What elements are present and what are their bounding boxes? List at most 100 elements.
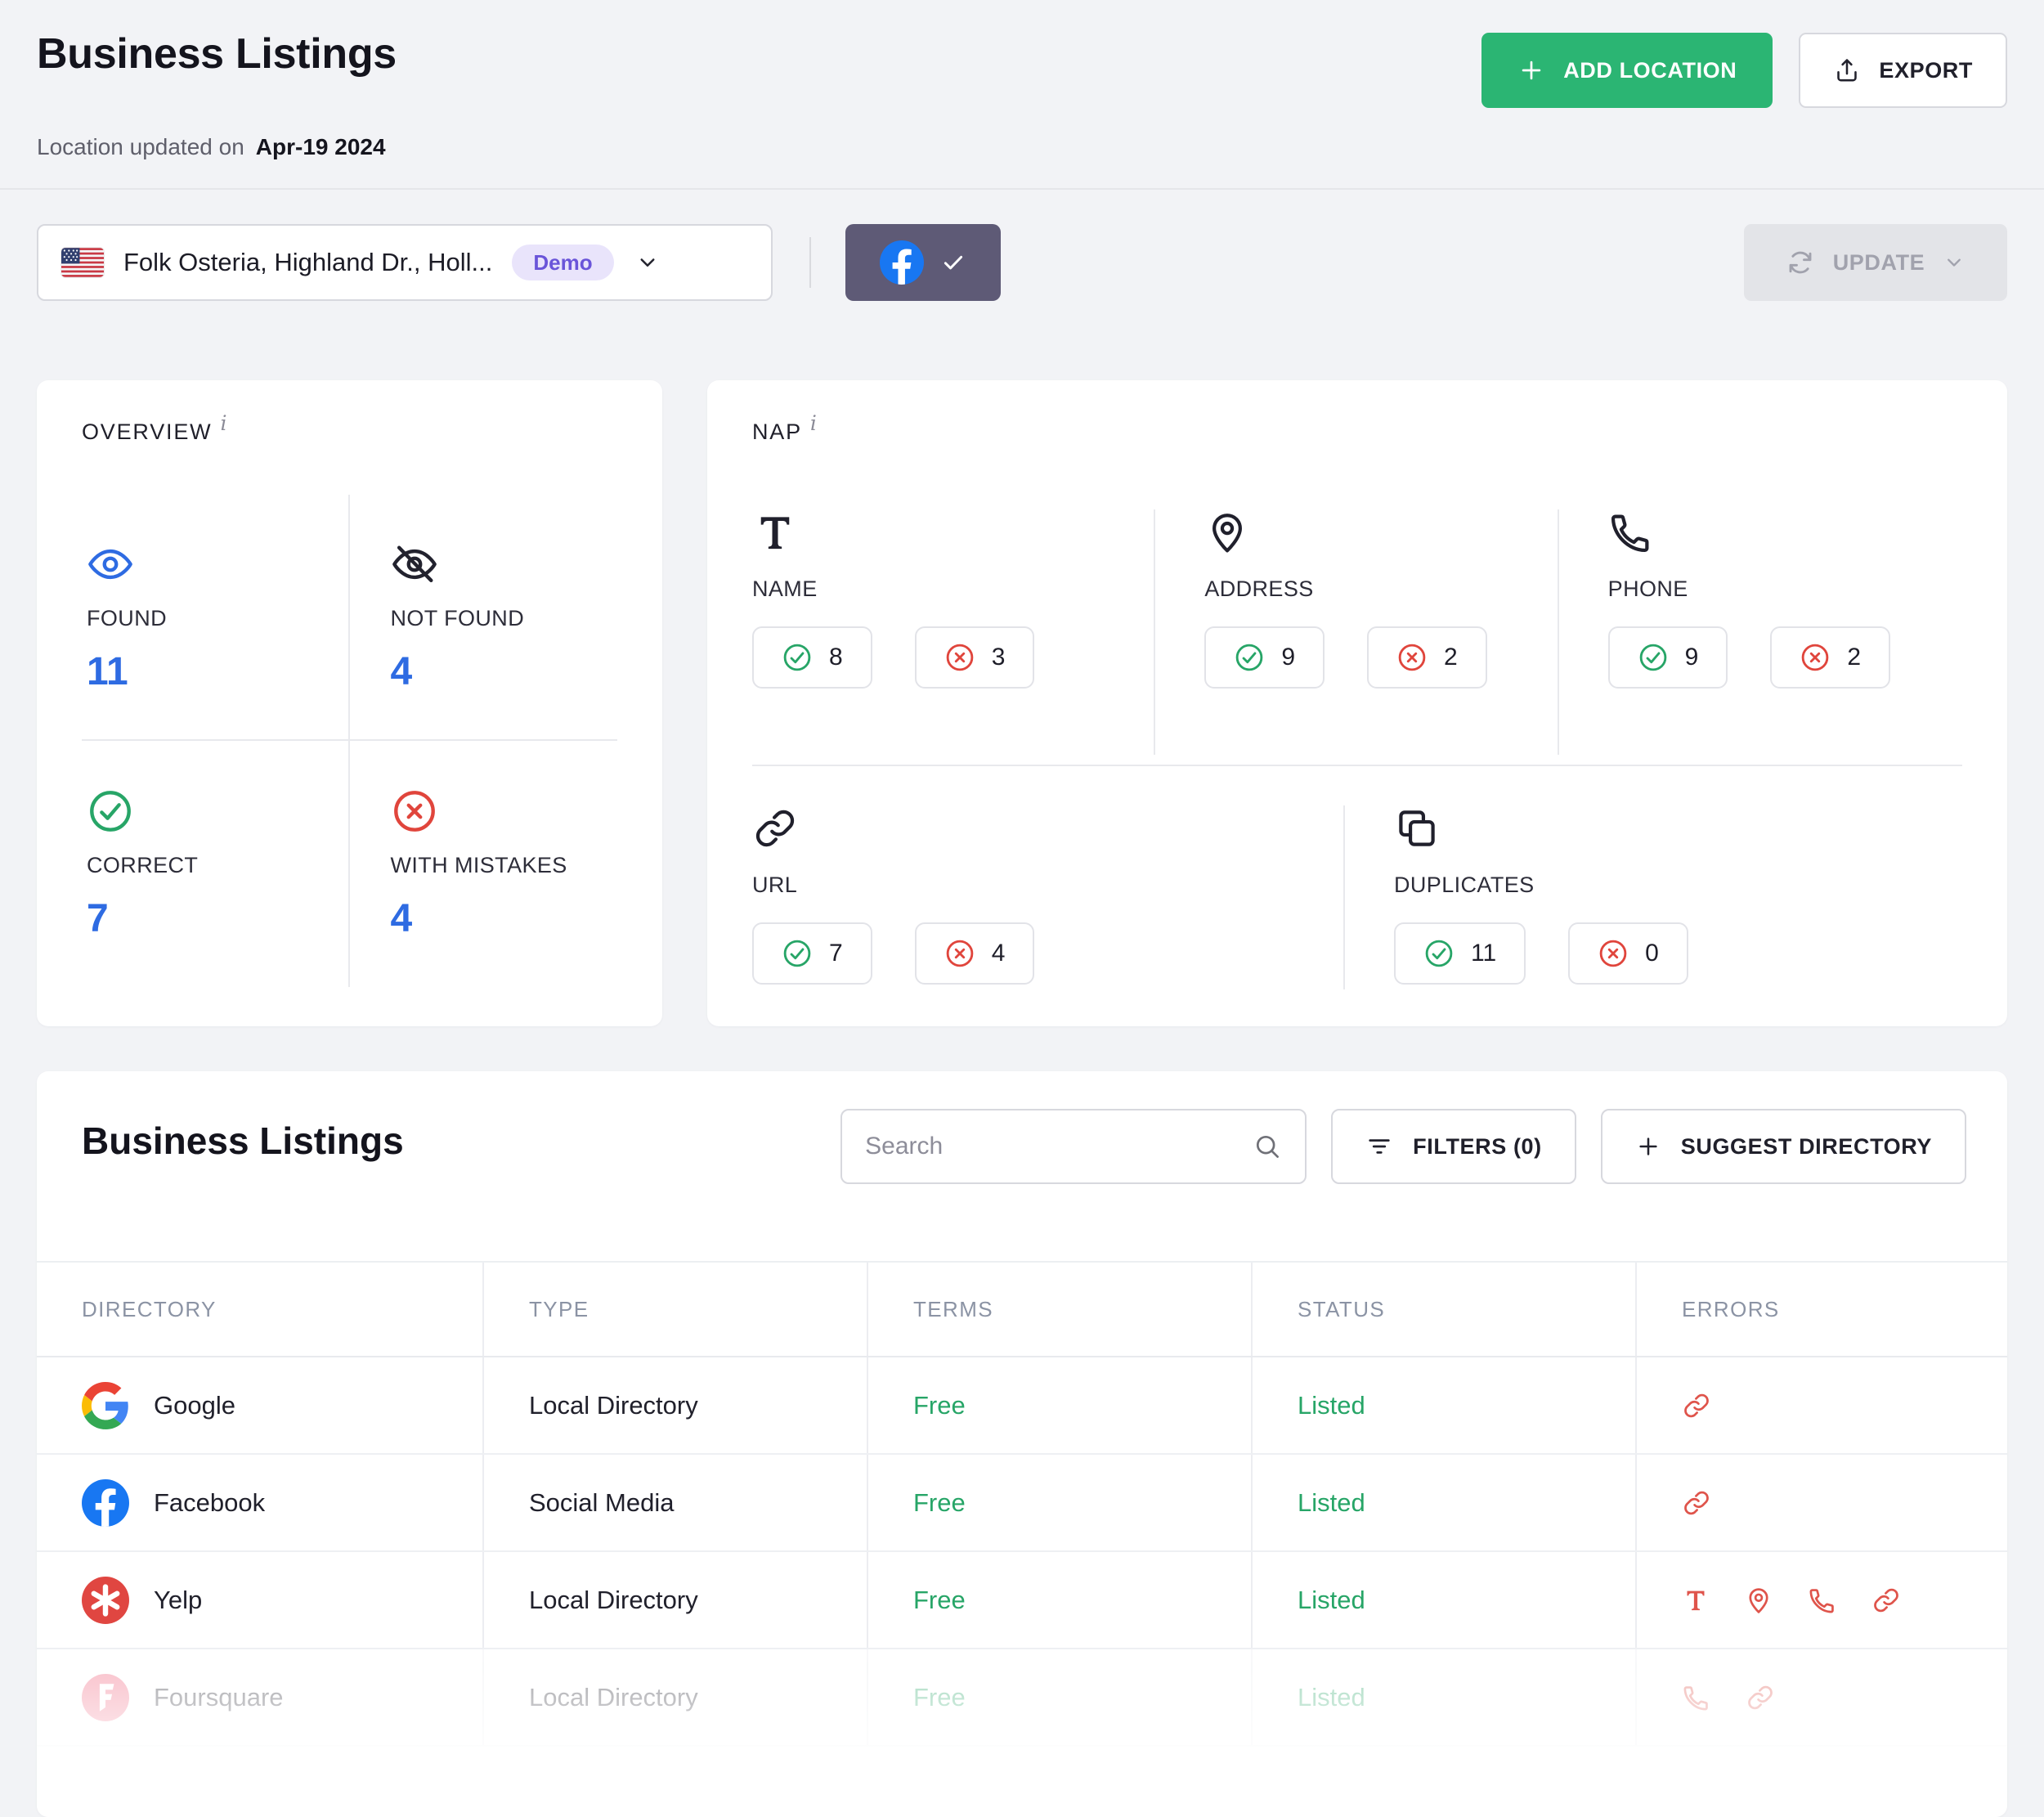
directory-errors: [1635, 1455, 2007, 1550]
filter-icon: [1365, 1133, 1393, 1160]
correct-count: 11: [1471, 940, 1496, 967]
directory-type: Social Media: [482, 1455, 867, 1550]
plus-icon: [1517, 56, 1545, 84]
nap-badges: 8 3: [752, 626, 1034, 689]
table-body: Google Local Directory Free Listed Faceb…: [37, 1357, 2007, 1747]
nap-url: URL 7 4: [752, 805, 1345, 989]
toolbar-divider: [809, 237, 811, 288]
check-circle-icon: [782, 642, 813, 673]
check-icon: [940, 249, 966, 276]
check-circle-icon: [1638, 642, 1669, 673]
table-header: DIRECTORY TYPE TERMS STATUS ERRORS: [37, 1261, 2007, 1357]
export-button[interactable]: EXPORT: [1799, 33, 2007, 108]
directory-name: Facebook: [154, 1488, 265, 1518]
suggest-directory-button[interactable]: SUGGEST DIRECTORY: [1601, 1109, 1966, 1184]
us-flag-icon: [61, 248, 104, 277]
url-error-icon[interactable]: [1682, 1488, 1711, 1518]
stat-label: CORRECT: [87, 853, 348, 878]
nap-phone: PHONE 9 2: [1559, 509, 1962, 755]
export-label: EXPORT: [1879, 58, 1973, 83]
directory-errors: [1635, 1357, 2007, 1453]
correct-count-badge[interactable]: 7: [752, 922, 872, 985]
nap-badges: 9 2: [1608, 626, 1890, 689]
search-icon[interactable]: [1253, 1132, 1282, 1161]
column-directory: DIRECTORY: [37, 1263, 482, 1356]
directory-name: Google: [154, 1391, 235, 1420]
nap-address: ADDRESS 9 2: [1155, 509, 1558, 755]
correct-count-badge[interactable]: 9: [1204, 626, 1325, 689]
column-type: TYPE: [482, 1263, 867, 1356]
location-updated: Location updated on Apr-19 2024: [37, 134, 386, 160]
table-row-yelp[interactable]: Yelp Local Directory Free Listed: [37, 1552, 2007, 1649]
filters-button[interactable]: FILTERS (0): [1331, 1109, 1576, 1184]
stat-not-found: NOT FOUND 4: [350, 495, 618, 741]
nap-card: NAP i NAME 8 3 ADDRESS: [707, 380, 2007, 1026]
correct-count-badge[interactable]: 9: [1608, 626, 1728, 689]
foursquare-logo: [82, 1674, 129, 1721]
phone-error-icon[interactable]: [1808, 1586, 1837, 1615]
directory-status: Listed: [1251, 1649, 1635, 1745]
stat-label: NOT FOUND: [391, 606, 618, 631]
info-icon[interactable]: i: [220, 411, 226, 435]
table-row-facebook[interactable]: Facebook Social Media Free Listed: [37, 1455, 2007, 1552]
stat-value: 11: [87, 649, 348, 694]
mistakes-count: 2: [1847, 644, 1861, 671]
stat-label: WITH MISTAKES: [391, 853, 618, 878]
nap-title-text: NAP: [752, 419, 802, 444]
column-terms: TERMS: [867, 1263, 1251, 1356]
x-circle-icon: [944, 938, 975, 969]
mistakes-count: 2: [1444, 644, 1458, 671]
correct-count: 9: [1685, 644, 1699, 671]
url-icon: [752, 805, 798, 851]
mistakes-count-badge[interactable]: 2: [1367, 626, 1487, 689]
stat-value: 4: [391, 649, 618, 694]
chevron-down-icon: [1943, 251, 1966, 274]
directory-status: Listed: [1251, 1455, 1635, 1550]
table-row-google[interactable]: Google Local Directory Free Listed: [37, 1357, 2007, 1455]
name-icon: [752, 509, 798, 555]
mistakes-count: 0: [1645, 940, 1659, 967]
duplicates-icon: [1394, 805, 1440, 851]
export-icon: [1833, 56, 1861, 84]
directory-errors: [1635, 1649, 2007, 1745]
plus-icon: [1635, 1133, 1661, 1160]
mistakes-count-badge[interactable]: 0: [1568, 922, 1688, 985]
info-icon[interactable]: i: [810, 411, 817, 435]
mistakes-count-badge[interactable]: 2: [1770, 626, 1890, 689]
correct-count-badge[interactable]: 8: [752, 626, 872, 689]
x-circle-icon: [391, 787, 438, 835]
url-error-icon[interactable]: [1682, 1391, 1711, 1420]
mistakes-count: 4: [992, 940, 1006, 967]
nap-label: ADDRESS: [1204, 577, 1313, 602]
nap-label: URL: [752, 873, 797, 898]
nap-label: NAME: [752, 577, 818, 602]
mistakes-count-badge[interactable]: 3: [915, 626, 1035, 689]
add-location-button[interactable]: ADD LOCATION: [1481, 33, 1773, 108]
facebook-channel-toggle[interactable]: [845, 224, 1001, 301]
directory-terms: Free: [867, 1357, 1251, 1453]
mistakes-count: 3: [992, 644, 1006, 671]
check-circle-icon: [1234, 642, 1265, 673]
address-icon: [1204, 509, 1250, 555]
directory-terms: Free: [867, 1552, 1251, 1648]
x-circle-icon: [1800, 642, 1831, 673]
search-input[interactable]: [865, 1133, 1236, 1160]
url-error-icon[interactable]: [1871, 1586, 1901, 1615]
listings-controls: FILTERS (0) SUGGEST DIRECTORY: [840, 1109, 1966, 1184]
update-button[interactable]: UPDATE: [1744, 224, 2007, 301]
phone-error-icon[interactable]: [1682, 1683, 1711, 1712]
chevron-down-icon: [635, 250, 660, 275]
location-selector[interactable]: Folk Osteria, Highland Dr., Holl... Demo: [37, 224, 773, 301]
header-actions: ADD LOCATION EXPORT: [1481, 33, 2007, 108]
overview-card-title: OVERVIEWi: [82, 419, 226, 445]
google-logo: [82, 1382, 129, 1429]
nap-badges: 11 0: [1394, 922, 1688, 985]
url-error-icon[interactable]: [1746, 1683, 1775, 1712]
add-location-label: ADD LOCATION: [1563, 58, 1737, 83]
mistakes-count-badge[interactable]: 4: [915, 922, 1035, 985]
name-error-icon[interactable]: [1682, 1586, 1710, 1614]
address-error-icon[interactable]: [1744, 1586, 1773, 1615]
table-row-foursquare[interactable]: Foursquare Local Directory Free Listed: [37, 1649, 2007, 1747]
facebook-logo: [82, 1479, 129, 1527]
correct-count-badge[interactable]: 11: [1394, 922, 1526, 985]
